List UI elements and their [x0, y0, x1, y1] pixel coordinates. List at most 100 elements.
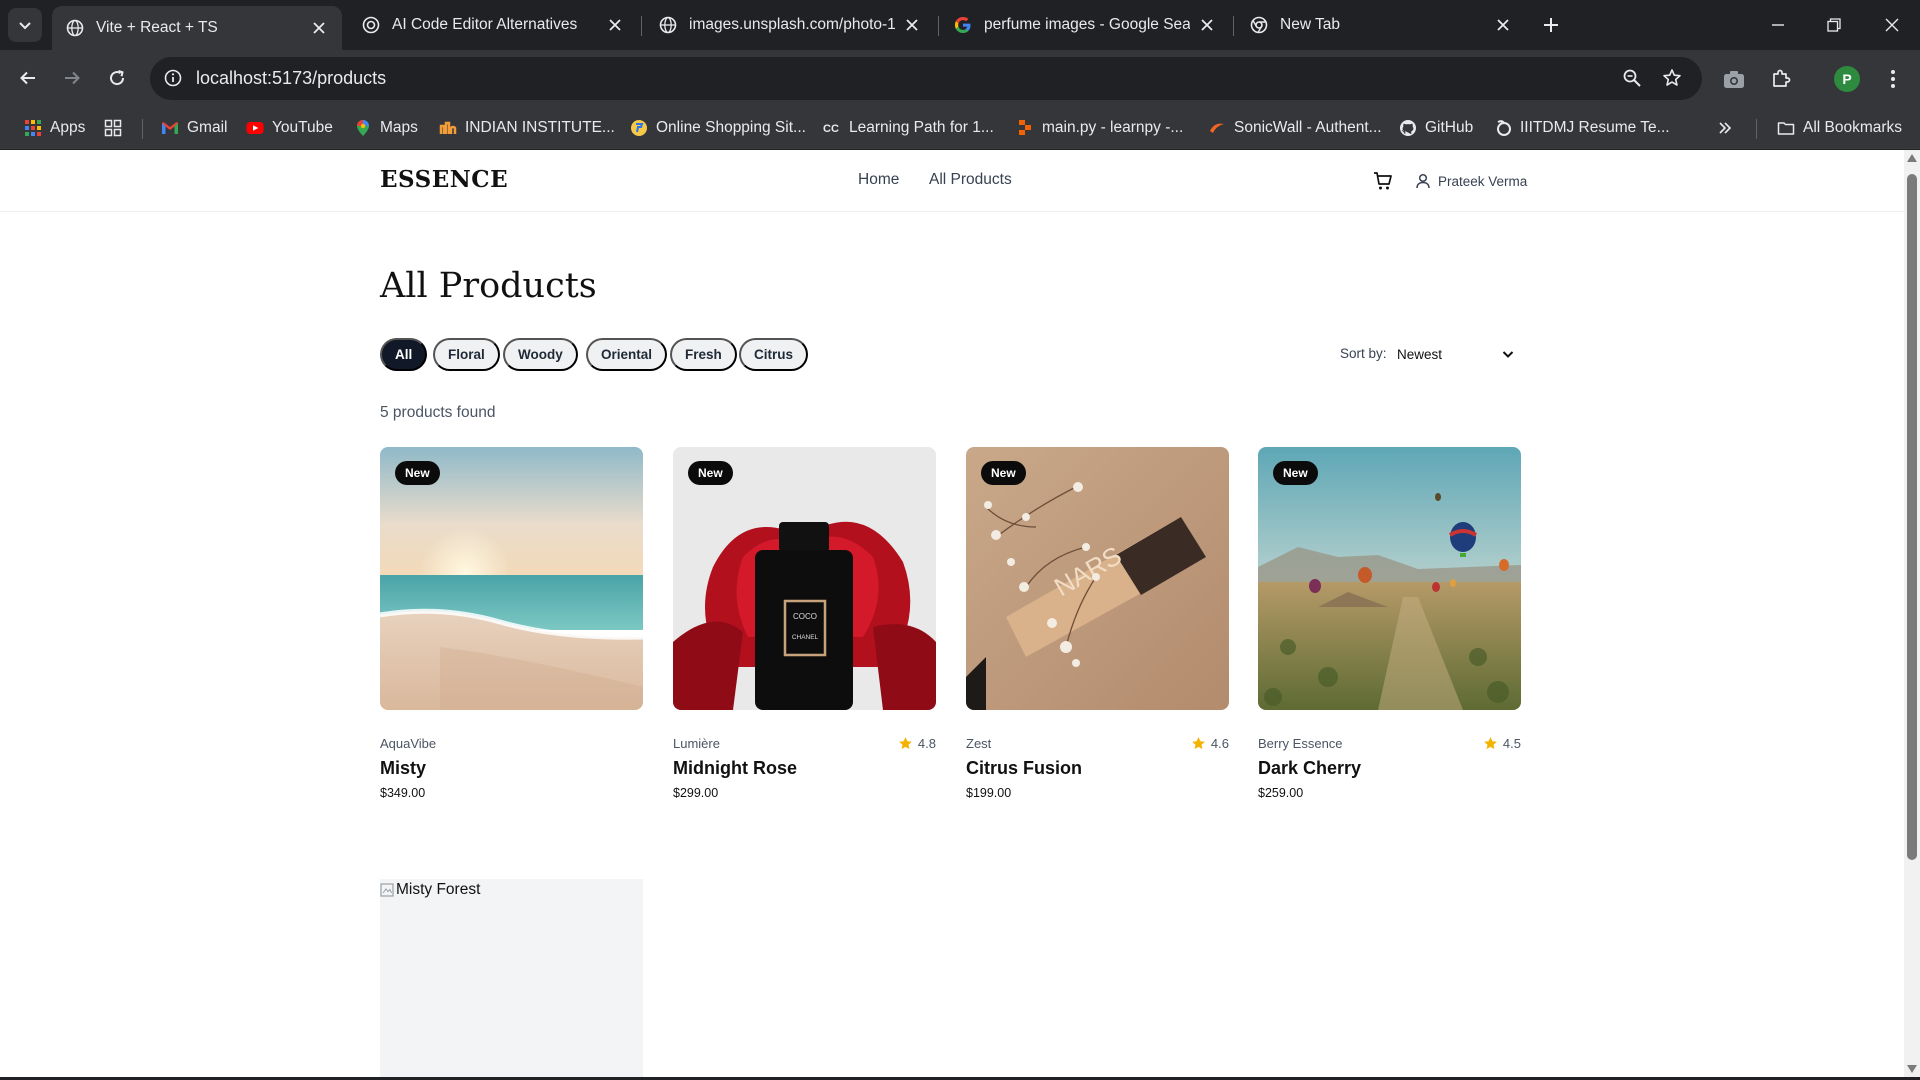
plus-icon [1544, 18, 1558, 32]
product-card[interactable]: New Berry Essence 4.5 Dark Cherry $259.0… [1258, 447, 1521, 807]
close-tab-icon[interactable] [606, 16, 624, 34]
product-image[interactable]: COCO CHANEL New [673, 447, 936, 710]
tab-ai-code-editor[interactable]: AI Code Editor Alternatives [348, 6, 638, 44]
restore-icon [1827, 18, 1841, 32]
folder-icon [1777, 122, 1795, 135]
bookmark-indian-institute[interactable]: INDIAN INSTITUTE... [439, 117, 615, 139]
gmail-icon [162, 122, 178, 134]
product-price: $299.00 [673, 786, 719, 800]
bookmark-gmail[interactable]: Gmail [161, 117, 227, 139]
page-viewport: ESSENCE Home All Products Prateek Verma … [0, 150, 1904, 1077]
product-card-broken-image[interactable]: Misty Forest [380, 879, 643, 1077]
product-name[interactable]: Citrus Fusion [966, 758, 1082, 779]
user-account-link[interactable]: Prateek Verma [1414, 170, 1527, 192]
product-card[interactable]: NARS New Zest 4.6 Citrus Fusion $199.00 [966, 447, 1229, 807]
close-tab-icon[interactable] [1494, 16, 1512, 34]
zoom-button[interactable] [1617, 63, 1647, 93]
cart-button[interactable] [1372, 170, 1394, 192]
bookmark-label: IIITDMJ Resume Te... [1520, 119, 1670, 136]
extensions-button[interactable] [1765, 63, 1797, 95]
rating-value: 4.5 [1502, 736, 1521, 751]
rating-value: 4.8 [917, 736, 936, 751]
bookmark-star-button[interactable] [1657, 63, 1687, 93]
tab-google-search[interactable]: perfume images - Google Searc [940, 6, 1230, 44]
product-image[interactable]: New [1258, 447, 1521, 710]
back-button[interactable] [10, 60, 46, 96]
restore-button[interactable] [1806, 0, 1862, 50]
product-name[interactable]: Misty [380, 758, 426, 779]
bookmark-online-shopping[interactable]: Online Shopping Sit... [630, 117, 806, 139]
page-scrollbar[interactable] [1904, 150, 1920, 1077]
bookmark-youtube[interactable]: YouTube [246, 117, 333, 139]
chrome-menu-button[interactable] [1877, 63, 1909, 95]
filter-chip-fresh[interactable]: Fresh [670, 338, 737, 371]
screenshot-extension-button[interactable] [1718, 63, 1750, 95]
info-icon [164, 69, 182, 87]
close-tab-icon[interactable] [1198, 16, 1216, 34]
tab-unsplash[interactable]: images.unsplash.com/photo-16 [645, 6, 935, 44]
bookmark-maps[interactable]: Maps [354, 117, 418, 139]
svg-text:CC: CC [823, 123, 839, 135]
minimize-button[interactable] [1750, 0, 1806, 50]
product-brand: AquaVibe [380, 736, 437, 751]
tab-separator [641, 16, 642, 36]
address-bar[interactable]: localhost:5173/products [150, 57, 1702, 100]
close-tab-icon[interactable] [903, 16, 921, 34]
product-card[interactable]: New AquaVibe Misty $349.00 [380, 447, 643, 807]
bookmark-separator [142, 119, 143, 139]
camera-icon [1724, 71, 1744, 88]
product-name[interactable]: Dark Cherry [1258, 758, 1361, 779]
site-header: ESSENCE Home All Products Prateek Verma [0, 150, 1904, 212]
close-tab-icon[interactable] [310, 19, 328, 37]
tab-title: perfume images - Google Searc [984, 16, 1190, 33]
product-image[interactable]: New [380, 447, 643, 710]
scroll-down-arrow[interactable] [1907, 1065, 1917, 1073]
product-name[interactable]: Midnight Rose [673, 758, 797, 779]
tab-title: New Tab [1280, 16, 1341, 33]
tab-search-button[interactable] [8, 8, 42, 42]
scroll-up-arrow[interactable] [1907, 154, 1917, 162]
filter-chip-oriental[interactable]: Oriental [586, 338, 668, 371]
site-info-button[interactable] [158, 63, 188, 93]
bookmark-label: Maps [380, 119, 418, 136]
bottle-label-text: COCO [793, 612, 817, 621]
google-icon [955, 17, 971, 33]
bookmark-tab-groups[interactable] [104, 117, 130, 139]
url-text[interactable]: localhost:5173/products [196, 68, 386, 89]
beach-sunset-image [380, 447, 643, 710]
product-card[interactable]: COCO CHANEL New Lumière 4.8 Midnight Ros… [673, 447, 936, 807]
site-logo[interactable]: ESSENCE [380, 166, 508, 193]
bookmark-sonicwall[interactable]: SonicWall - Authent... [1208, 117, 1382, 139]
filter-chip-citrus[interactable]: Citrus [739, 338, 809, 371]
bookmark-main-py[interactable]: main.py - learnpy -... [1016, 117, 1183, 139]
bookmark-github[interactable]: GitHub [1399, 117, 1473, 139]
bookmark-learning-path[interactable]: CC Learning Path for 1... [823, 117, 994, 139]
star-icon [1484, 737, 1497, 750]
bookmark-apps[interactable]: Apps [24, 117, 85, 139]
reload-icon [110, 70, 125, 86]
tab-vite-react[interactable]: Vite + React + TS [52, 6, 342, 50]
more-bookmarks-button[interactable] [1718, 117, 1732, 139]
maps-pin-icon [357, 120, 369, 136]
bookmark-label: main.py - learnpy -... [1042, 119, 1184, 136]
filter-chip-floral[interactable]: Floral [433, 338, 500, 371]
sort-select[interactable]: Newest [1391, 340, 1521, 368]
all-bookmarks-button[interactable]: All Bookmarks [1777, 117, 1902, 139]
reload-button[interactable] [99, 60, 135, 96]
nav-all-products-link[interactable]: All Products [929, 171, 1012, 189]
filter-chip-woody[interactable]: Woody [503, 338, 578, 371]
tab-new-tab[interactable]: New Tab [1236, 6, 1526, 44]
institute-icon [439, 121, 457, 134]
product-price: $199.00 [966, 786, 1012, 800]
bookmark-resume-template[interactable]: IIITDMJ Resume Te... [1494, 117, 1670, 139]
nav-home-link[interactable]: Home [858, 171, 899, 189]
openai-icon [362, 16, 380, 34]
profile-avatar[interactable]: P [1834, 66, 1860, 92]
new-tab-button[interactable] [1538, 12, 1564, 38]
sonicwall-icon [1210, 123, 1224, 133]
close-window-button[interactable] [1864, 0, 1920, 50]
product-image[interactable]: NARS New [966, 447, 1229, 710]
forward-button[interactable] [54, 60, 90, 96]
scrollbar-thumb[interactable] [1907, 174, 1917, 860]
filter-chip-all[interactable]: All [380, 338, 428, 371]
